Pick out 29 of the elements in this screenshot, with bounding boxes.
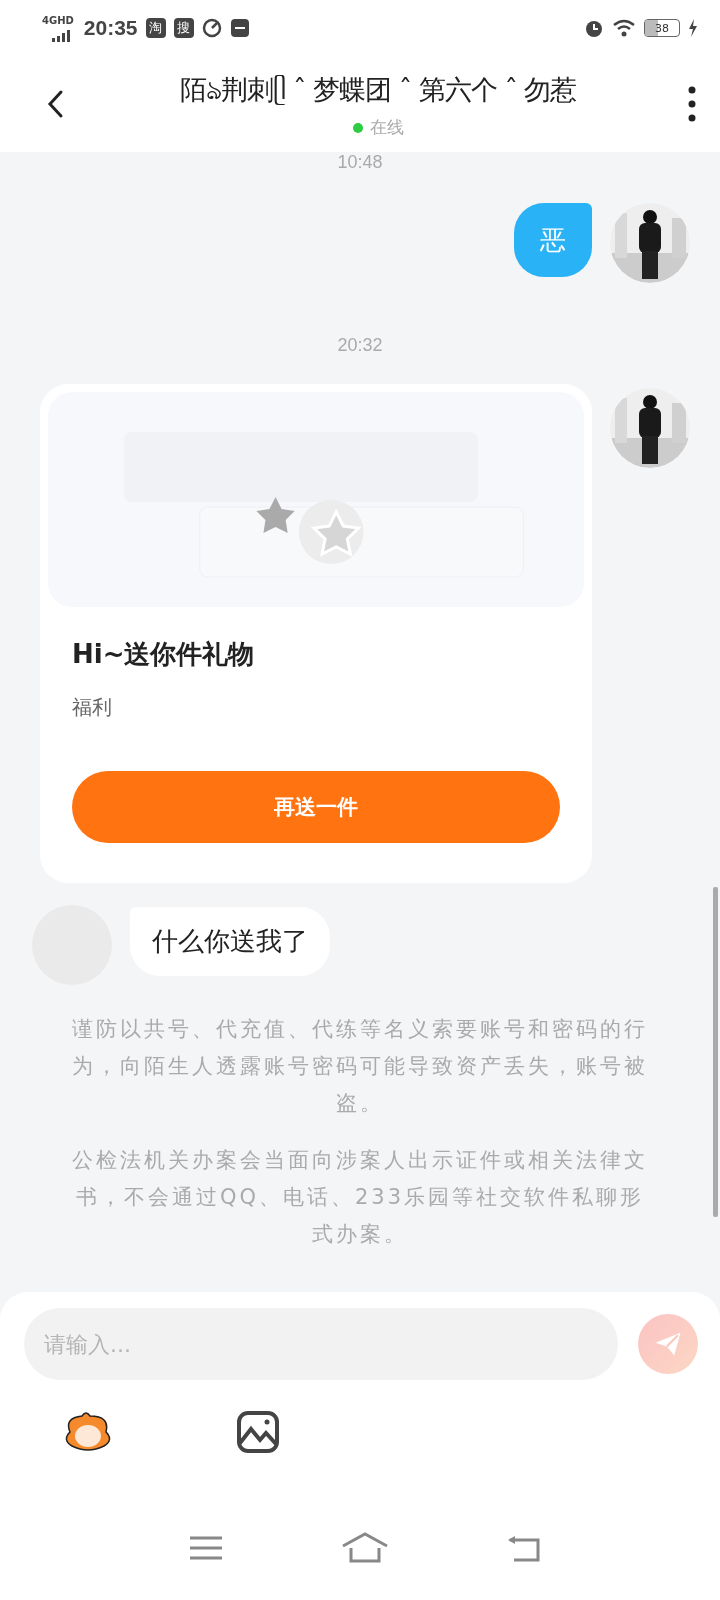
gift-title: Hi~送你件礼物 <box>72 638 256 671</box>
security-notice: 公检法机关办案会当面向涉案人出示证件或相关法律文书，不会通过QQ、电话、233乐园等社交软件私聊形式办案。 <box>71 1147 649 1248</box>
wifi-icon <box>612 19 636 37</box>
notification-icon <box>229 18 250 38</box>
charging-icon <box>688 19 698 37</box>
message-bubble: 什么你送我了 <box>130 907 330 976</box>
network-indicator: 4GHD <box>42 14 74 27</box>
security-notice: 谨防以共号、代充值、代练等名义索要账号和密码的行为，向陌生人透露账号密码可能导致资产丢失，账号被盗。 <box>71 1016 649 1117</box>
app-notification-icon: 搜 <box>173 18 194 38</box>
scrollbar[interactable] <box>713 887 718 1217</box>
message-timestamp: 20:32 <box>337 335 383 356</box>
alarm-icon <box>584 18 604 38</box>
more-icon <box>688 86 696 122</box>
image-icon <box>236 1410 280 1454</box>
message-input[interactable]: 请输入... <box>24 1308 618 1380</box>
app-notification-icon: 淘 <box>145 18 166 38</box>
menu-icon[interactable] <box>188 1534 225 1562</box>
clock-time: 20:35 <box>83 16 138 40</box>
battery-icon: 38 <box>644 19 680 37</box>
online-status: 在线 <box>369 116 404 139</box>
message-bubble: 恶 <box>514 203 592 277</box>
gift-subtitle: 福利 <box>72 694 113 721</box>
home-icon[interactable] <box>341 1532 389 1564</box>
send-again-button[interactable]: 再送一件 <box>72 771 560 843</box>
gauge-icon <box>201 18 222 38</box>
chat-title: 陌ঌ荆刺ᥫ ˆ 梦蝶团 ˆ 第六个 ˆ 勿惹 <box>179 73 577 107</box>
signal-icon <box>51 30 72 42</box>
image-button[interactable] <box>236 1410 280 1454</box>
message-timestamp: 10:48 <box>337 152 383 173</box>
